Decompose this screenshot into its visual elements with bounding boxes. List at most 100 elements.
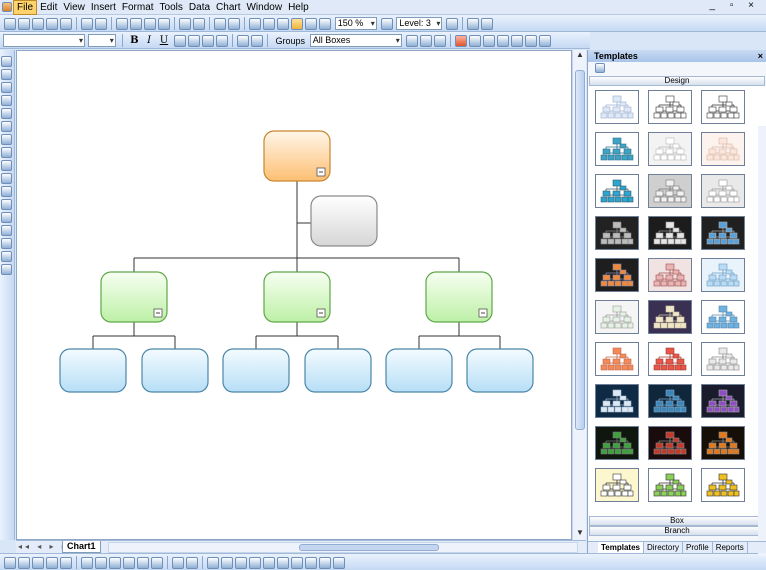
template-thumbnail[interactable] [701,426,745,460]
export-icon[interactable] [60,17,72,30]
note-icon[interactable] [319,556,331,569]
pdf-icon[interactable] [510,34,523,47]
menu-file[interactable]: File [13,0,38,15]
level-select[interactable]: Level: 3 [396,17,443,30]
tab-profile[interactable]: Profile [683,542,713,553]
line-style-1-icon[interactable] [4,556,16,569]
fill-color-icon[interactable] [250,34,263,47]
org-box-manager-1[interactable] [100,271,168,323]
box-left-icon[interactable] [1,134,12,145]
new-icon[interactable] [4,17,16,30]
templates-scrollbar[interactable] [758,126,766,556]
template-thumbnail[interactable] [595,426,639,460]
org-box-shape[interactable] [385,348,453,393]
font-size-select[interactable] [87,34,116,47]
font-name-select[interactable] [3,34,85,47]
grid-icon[interactable] [263,556,275,569]
line-style-3-icon[interactable] [32,556,44,569]
box-style-icon[interactable] [468,34,481,47]
scroll-down-arrow[interactable]: ▼ [573,528,587,540]
layout-4-icon[interactable] [123,556,135,569]
menu-format[interactable]: Format [119,1,157,14]
tab-templates[interactable]: Templates [598,542,644,553]
scroll-up-arrow[interactable]: ▲ [573,50,587,62]
undo-icon[interactable] [179,17,191,30]
branch-style-icon[interactable] [482,34,495,47]
template-thumbnail[interactable] [701,300,745,334]
org-box-leaf-1[interactable] [59,348,127,393]
menu-help[interactable]: Help [285,1,312,14]
redo-icon[interactable] [193,17,205,30]
menu-tools[interactable]: Tools [157,1,186,14]
line-style-2-icon[interactable] [18,556,30,569]
page-icon[interactable] [319,17,331,30]
align-center-icon[interactable] [187,34,200,47]
layout-5-icon[interactable] [137,556,149,569]
pointer-icon[interactable] [1,56,12,67]
template-thumbnail[interactable] [648,216,692,250]
template-thumbnail[interactable] [595,174,639,208]
pen-icon[interactable] [1,173,12,184]
org-box-leaf-2[interactable] [141,348,209,393]
template-thumbnail[interactable] [648,426,692,460]
org-box-shape[interactable] [304,348,372,393]
org-box-shape[interactable] [310,195,378,247]
org-box-shape[interactable] [466,348,534,393]
org-box-manager-2[interactable] [263,271,331,323]
template-thumbnail[interactable] [701,174,745,208]
chart-style-icon[interactable] [454,34,467,47]
window-icon[interactable] [467,17,480,30]
tools-icon[interactable] [305,556,317,569]
move-icon[interactable] [1,82,12,93]
select-pointer-icon[interactable] [291,17,303,30]
box-right-icon[interactable] [1,121,12,132]
template-thumbnail[interactable] [648,90,692,124]
print-icon[interactable] [81,17,93,30]
print-preview-icon[interactable] [95,17,107,30]
org-box-leaf-4[interactable] [304,348,372,393]
org-box-assistant[interactable] [310,195,378,247]
connector-icon[interactable] [1,199,12,210]
box-side-icon[interactable] [1,160,12,171]
paste-icon[interactable] [144,17,156,30]
org-box-shape[interactable] [141,348,209,393]
document-icon[interactable] [333,556,345,569]
align-left-icon[interactable] [173,34,186,47]
template-thumbnail[interactable] [701,258,745,292]
refresh-icon[interactable] [214,17,226,30]
group-add-icon[interactable] [419,34,432,47]
box-top-icon[interactable] [1,108,12,119]
template-thumbnail[interactable] [701,90,745,124]
template-thumbnail[interactable] [595,384,639,418]
zoom-select[interactable]: 150 % [334,17,377,30]
close-icon[interactable]: × [758,50,763,62]
template-thumbnail[interactable] [648,384,692,418]
tab-directory[interactable]: Directory [644,542,683,553]
template-thumbnail[interactable] [648,258,692,292]
line-weight-icon[interactable] [60,556,72,569]
picture-icon[interactable] [496,34,509,47]
section-box[interactable]: Box [589,516,765,526]
org-box-root[interactable] [263,130,331,182]
template-thumbnail[interactable] [595,342,639,376]
chart-canvas[interactable] [16,50,572,540]
arrange-icon[interactable] [172,556,184,569]
org-box-leaf-5[interactable] [385,348,453,393]
layout-6-icon[interactable] [151,556,163,569]
sheet-tab-chart1[interactable]: Chart1 [62,541,101,553]
vertical-scroll-thumb[interactable] [575,70,585,430]
zoom-out-icon[interactable] [263,17,275,30]
horizontal-scroll-thumb[interactable] [299,544,439,551]
border-icon[interactable] [236,34,249,47]
template-thumbnail[interactable] [648,342,692,376]
delete-icon[interactable] [158,17,170,30]
zoom-window-icon[interactable] [277,17,289,30]
panel-icon[interactable] [481,17,494,30]
template-thumbnail[interactable] [701,468,745,502]
image-icon[interactable] [1,264,12,275]
help-icon[interactable] [228,17,240,30]
section-design[interactable]: Design [589,76,765,86]
template-thumbnail[interactable] [595,90,639,124]
info-icon[interactable] [207,556,219,569]
group-remove-icon[interactable] [433,34,446,47]
